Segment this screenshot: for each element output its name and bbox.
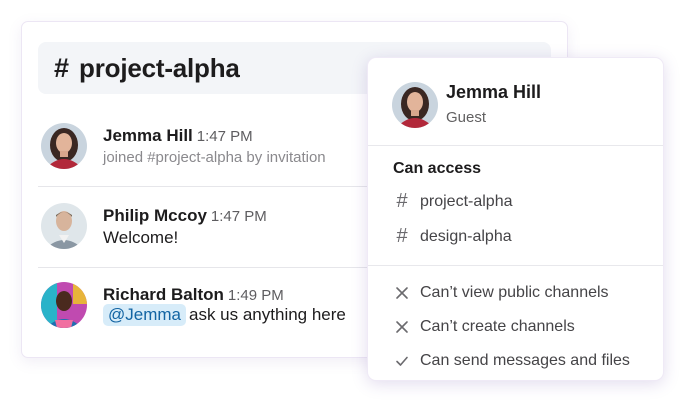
channel-name: project-alpha xyxy=(79,52,240,83)
richard-avatar[interactable] xyxy=(41,282,87,328)
message-author: Jemma Hill 1:47 PM xyxy=(103,126,253,146)
popover-divider xyxy=(368,145,663,146)
message-author: Philip Mccoy 1:47 PM xyxy=(103,206,267,226)
jemma-avatar[interactable] xyxy=(41,123,87,169)
philip-avatar[interactable] xyxy=(41,203,87,249)
access-channel-item[interactable]: # project-alpha xyxy=(393,190,513,213)
message-text: @Jemma ask us anything here xyxy=(103,304,346,326)
channel-label: design-alpha xyxy=(420,227,512,245)
message-text: Welcome! xyxy=(103,228,179,247)
channel-hash-icon: # xyxy=(54,52,70,83)
permission-item: Can’t view public channels xyxy=(393,284,609,302)
message-time: 1:47 PM xyxy=(196,128,253,145)
permission-item: Can’t create channels xyxy=(393,318,575,336)
popover-divider xyxy=(368,265,663,266)
access-section-title: Can access xyxy=(393,160,482,177)
author-name[interactable]: Jemma Hill xyxy=(103,126,193,145)
permission-label: Can’t create channels xyxy=(420,318,575,335)
user-mention[interactable]: @Jemma xyxy=(103,304,186,326)
author-name[interactable]: Philip Mccoy xyxy=(103,206,207,225)
hash-icon: # xyxy=(396,225,408,247)
jemma-avatar[interactable] xyxy=(392,82,438,128)
message-time: 1:49 PM xyxy=(227,287,284,304)
x-icon xyxy=(393,286,411,300)
permission-label: Can send messages and files xyxy=(420,352,630,369)
message-time: 1:47 PM xyxy=(210,208,267,225)
author-name[interactable]: Richard Balton xyxy=(103,285,224,304)
x-icon xyxy=(393,320,411,334)
profile-popover: Jemma Hill Guest Can access # project-al… xyxy=(367,57,664,381)
channel-label: project-alpha xyxy=(420,192,513,210)
message-text: joined #project-alpha by invitation xyxy=(103,149,326,166)
permission-item: Can send messages and files xyxy=(393,352,630,370)
message-text-content: ask us anything here xyxy=(189,305,346,324)
message-author: Richard Balton 1:49 PM xyxy=(103,285,284,305)
hash-icon: # xyxy=(396,190,408,212)
access-channel-item[interactable]: # design-alpha xyxy=(393,225,512,248)
check-icon xyxy=(393,354,411,368)
permission-label: Can’t view public channels xyxy=(420,284,609,301)
profile-role: Guest xyxy=(446,109,487,126)
profile-name: Jemma Hill xyxy=(446,82,542,102)
